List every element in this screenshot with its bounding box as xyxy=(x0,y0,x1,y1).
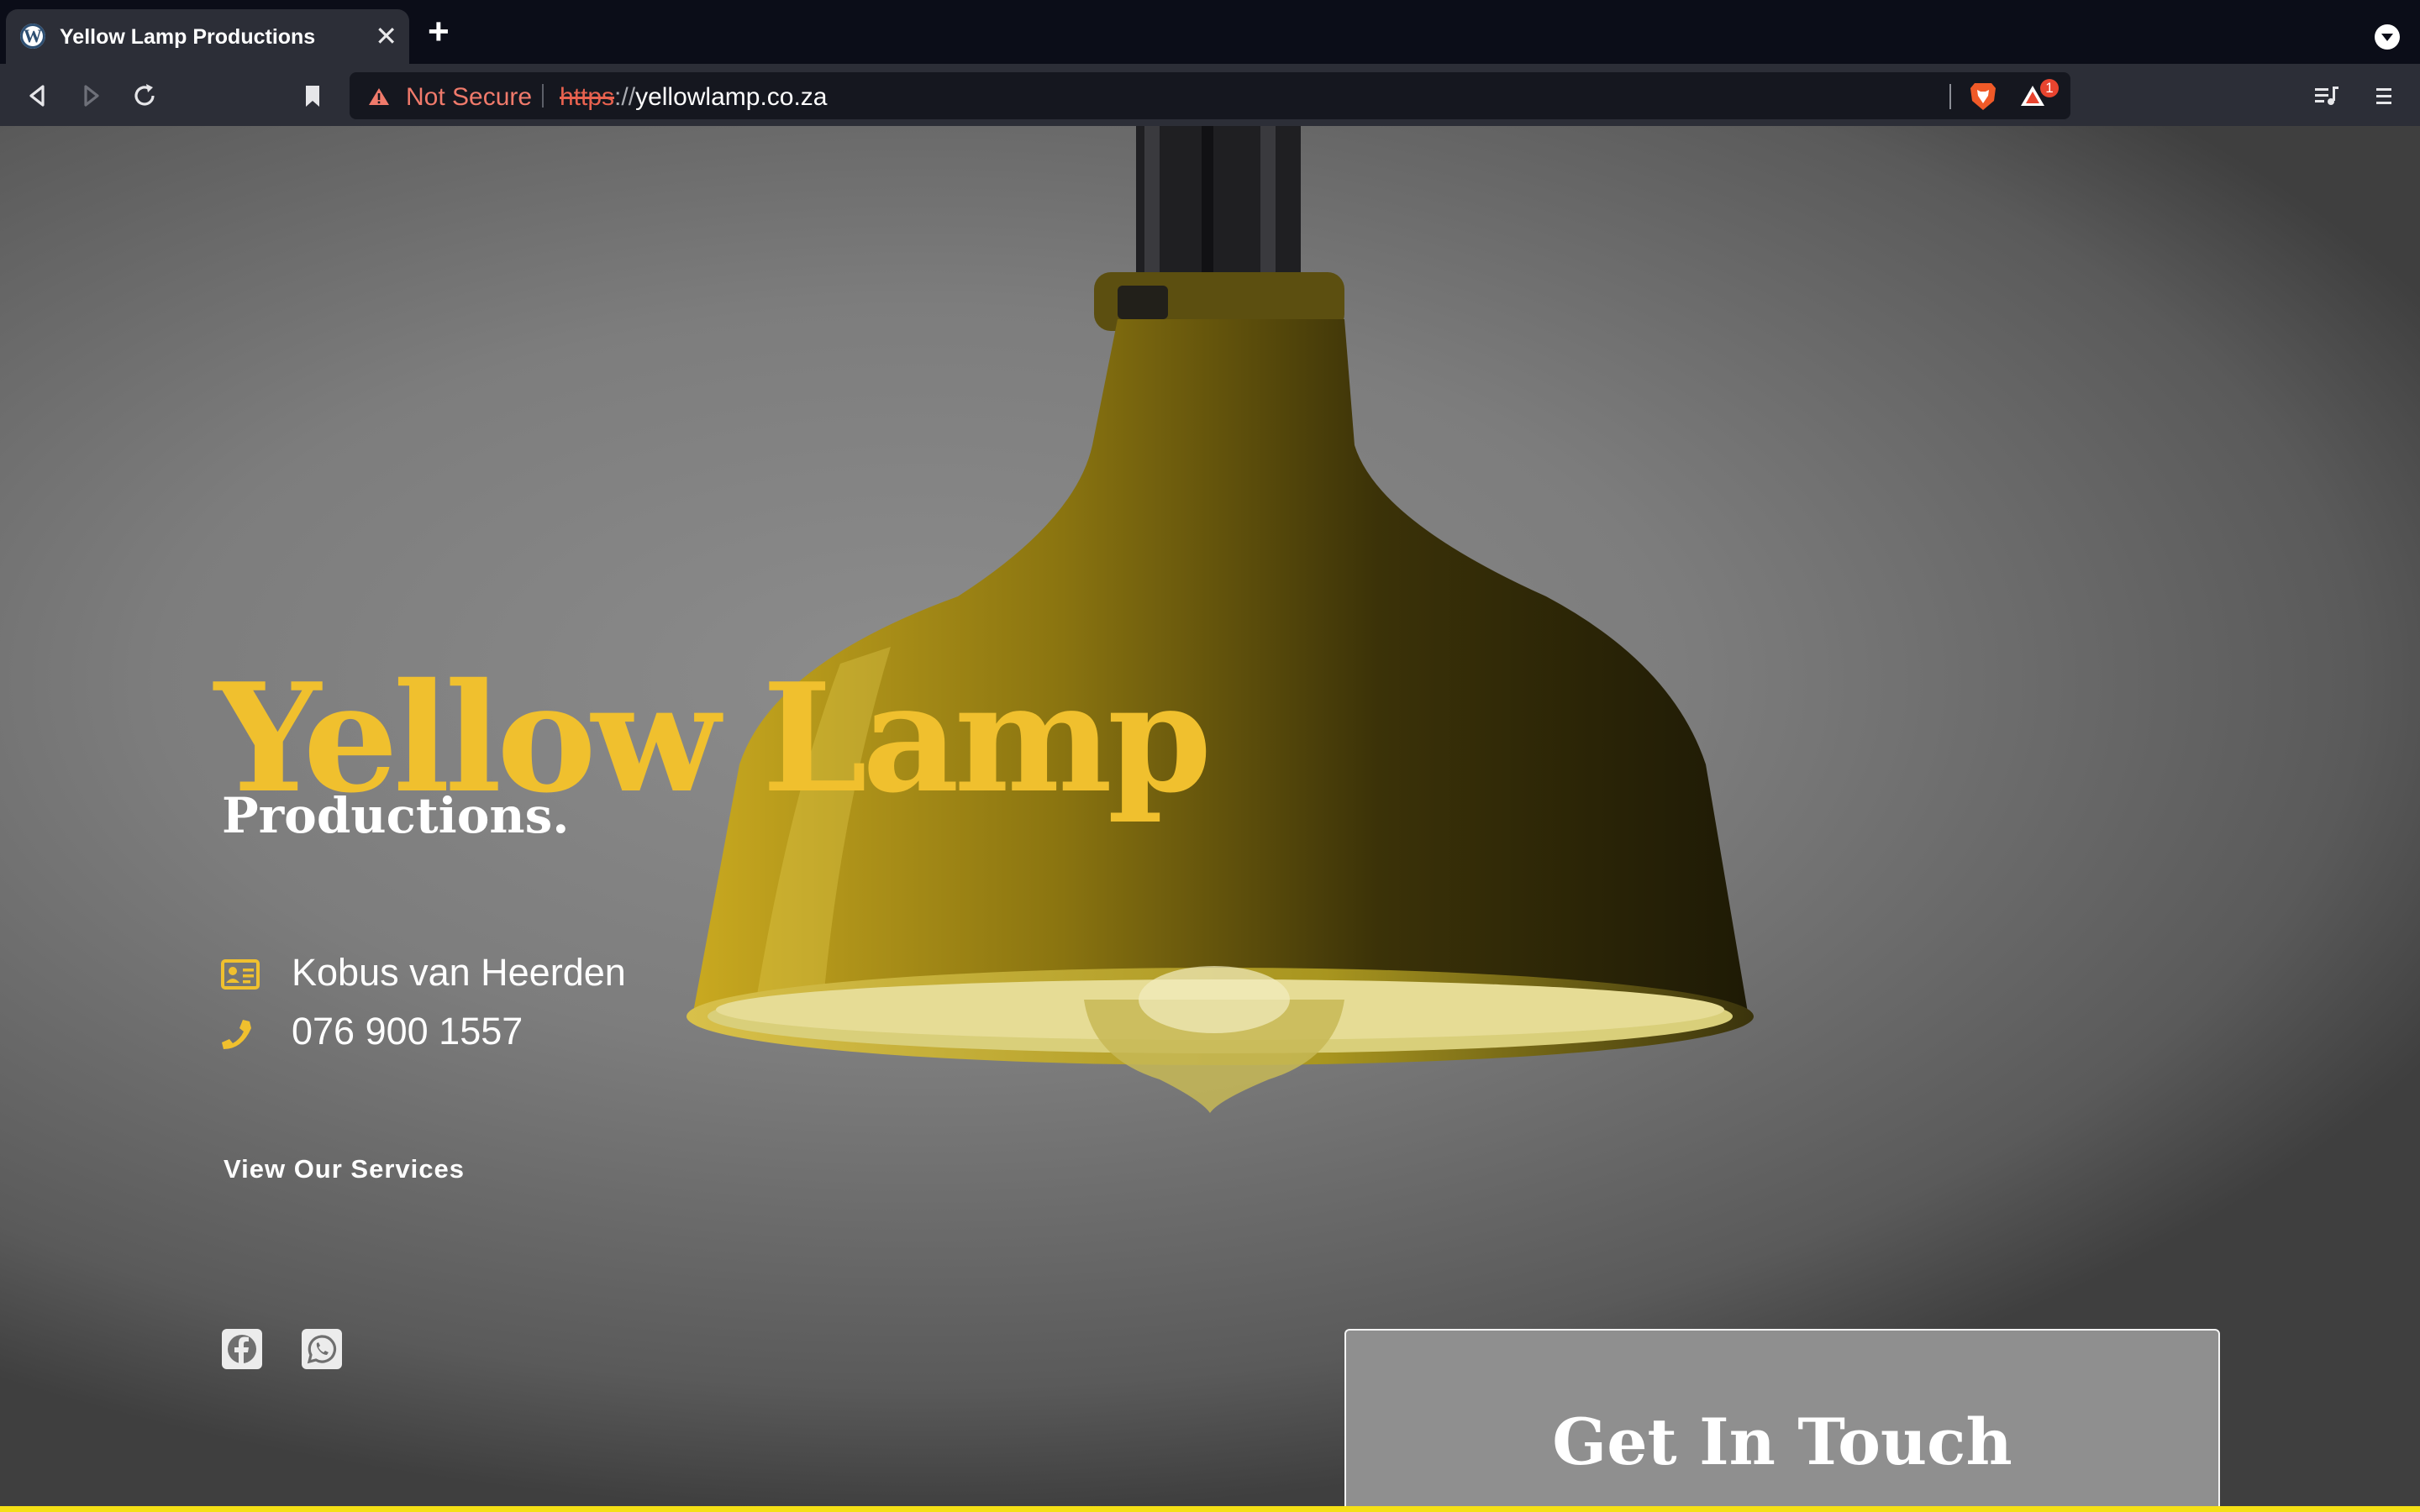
browser-toolbar: Not Secure https://yellowlamp.co.za 1 xyxy=(0,64,2420,126)
view-services-button[interactable]: View Our Services xyxy=(224,1154,465,1184)
plus-icon[interactable]: + xyxy=(428,13,450,50)
wordpress-icon: W xyxy=(20,24,45,49)
address-bar[interactable]: Not Secure https://yellowlamp.co.za 1 xyxy=(350,72,2070,119)
playlist-icon[interactable] xyxy=(2312,81,2341,110)
whatsapp-icon[interactable] xyxy=(302,1329,342,1369)
get-in-touch-heading: Get In Touch xyxy=(1552,1404,2012,1479)
security-status[interactable]: Not Secure xyxy=(406,83,532,112)
divider xyxy=(1949,84,1951,109)
menu-icon[interactable] xyxy=(2370,81,2398,110)
tab-title: Yellow Lamp Productions xyxy=(60,25,316,49)
reload-icon[interactable] xyxy=(130,81,159,110)
bookmark-icon[interactable] xyxy=(298,81,327,110)
webpage: Yellow Lamp Productions. Kobus van Heerd… xyxy=(0,126,2420,1512)
url-separator: :// xyxy=(614,83,636,111)
forward-icon[interactable] xyxy=(76,81,105,110)
warning-icon xyxy=(369,88,389,105)
facebook-icon[interactable] xyxy=(222,1329,262,1369)
url-text[interactable]: https://yellowlamp.co.za xyxy=(560,83,828,112)
back-icon[interactable] xyxy=(24,81,52,110)
footer-accent-bar xyxy=(0,1506,2420,1512)
browser-tab[interactable]: W Yellow Lamp Productions ✕ xyxy=(6,9,409,64)
facebook-glyph-icon xyxy=(228,1335,256,1364)
tab-strip: W Yellow Lamp Productions ✕ + xyxy=(0,0,2420,64)
contact-phone: 076 900 1557 xyxy=(292,1010,523,1053)
url-host: yellowlamp.co.za xyxy=(635,83,828,111)
tab-list-dropdown-icon[interactable] xyxy=(2375,24,2400,50)
notification-badge: 1 xyxy=(2040,79,2059,97)
hero-subtitle: Productions. xyxy=(222,787,570,844)
whatsapp-glyph-icon xyxy=(307,1335,337,1364)
divider xyxy=(542,84,544,108)
brave-shields-icon[interactable] xyxy=(1968,81,1998,113)
brave-rewards-icon[interactable]: 1 xyxy=(2019,79,2059,111)
close-tab-icon[interactable]: ✕ xyxy=(375,20,397,52)
id-card-icon xyxy=(221,959,260,990)
contact-name: Kobus van Heerden xyxy=(292,951,626,994)
phone-icon xyxy=(222,1020,251,1049)
contact-form-card: Get In Touch xyxy=(1344,1329,2220,1512)
url-scheme: https xyxy=(560,83,615,111)
